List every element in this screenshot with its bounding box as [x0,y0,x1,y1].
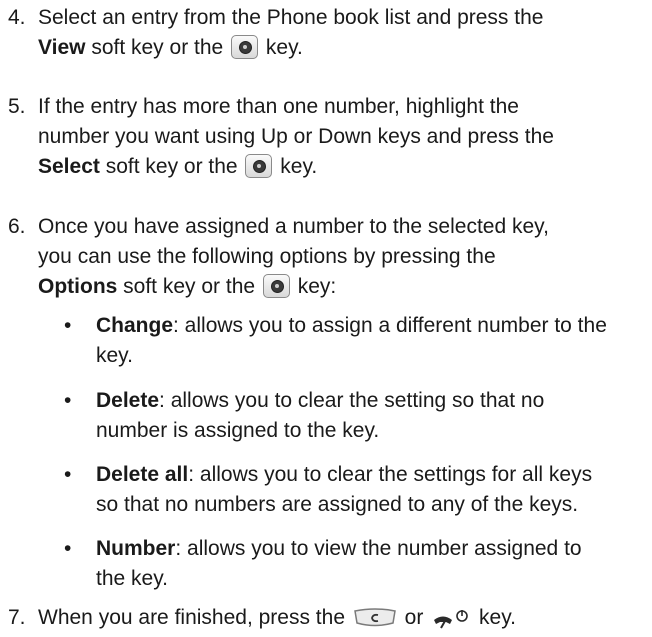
bullet-dot: • [64,389,72,412]
step-number: 5. [8,95,26,118]
center-select-key-icon [245,154,273,178]
bullet-line: Number: allows you to view the number as… [96,537,582,560]
step-line: View soft key or the key. [38,35,303,59]
step-number: 4. [8,6,26,29]
step-line: When you are finished, press the or key. [38,606,516,629]
bullet-line: Delete: allows you to clear the setting … [96,389,545,412]
step-line: Select an entry from the Phone book list… [38,6,544,29]
instructions-page: 4. Select an entry from the Phone book l… [0,0,652,637]
bullet-line: the key. [96,567,168,590]
center-select-key-icon [262,274,290,298]
bullet-line: key. [96,344,133,367]
bullet-line: number is assigned to the key. [96,419,380,442]
step-line: you can use the following options by pre… [38,245,496,268]
end-power-key-icon [434,610,468,629]
softkey-label: View [38,36,86,59]
step-line: Once you have assigned a number to the s… [38,215,549,238]
bullet-dot: • [64,463,72,486]
bullet-line: Delete all: allows you to clear the sett… [96,463,593,486]
step-number: 6. [8,215,26,238]
clear-key-icon [353,608,396,627]
softkey-label: Select [38,155,100,178]
softkey-label: Options [38,275,118,298]
step-number: 7. [8,606,26,629]
bullet-dot: • [64,537,72,560]
bullet-line: so that no numbers are assigned to any o… [96,493,579,516]
center-select-key-icon [231,35,259,59]
bullet-dot: • [64,314,72,337]
step-line: Select soft key or the key. [38,154,318,178]
bullet-line: Change: allows you to assign a different… [96,314,607,337]
step-line: number you want using Up or Down keys an… [38,125,554,148]
step-line: Options soft key or the key: [38,274,337,298]
step-line: If the entry has more than one number, h… [38,95,519,118]
